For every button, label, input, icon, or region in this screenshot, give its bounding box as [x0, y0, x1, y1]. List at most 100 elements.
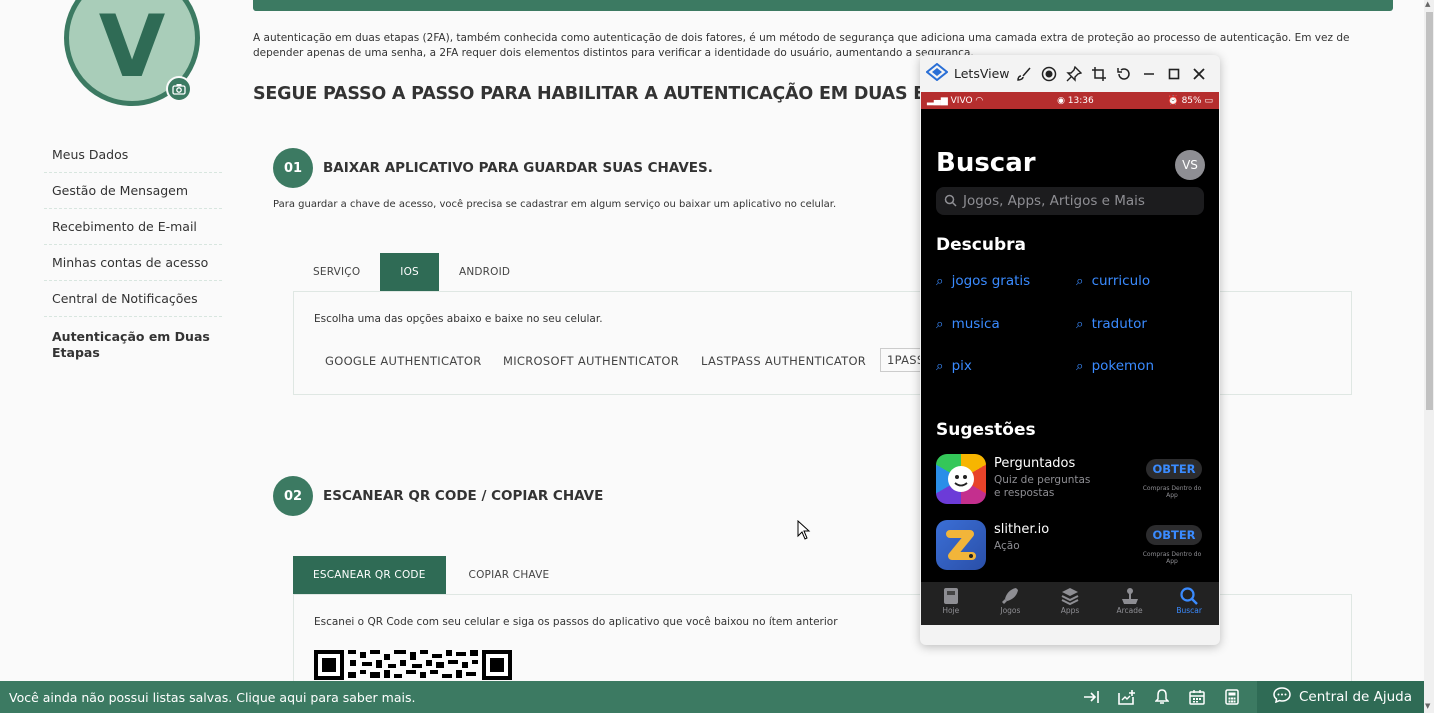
chat-icon [1273, 687, 1291, 707]
scroll-up-icon[interactable]: ▲ [1425, 0, 1430, 8]
calendar-icon[interactable] [1179, 689, 1214, 705]
tab-hoje[interactable]: Hoje [921, 582, 981, 625]
search-icon [1180, 587, 1199, 605]
suggestion-row[interactable]: Perguntados Quiz de perguntas e resposta… [936, 454, 1204, 506]
carrier-name: VIVO [950, 95, 973, 106]
bell-icon[interactable] [1144, 689, 1179, 705]
rotate-icon[interactable] [1112, 62, 1137, 86]
help-center-label: Central de Ajuda [1299, 689, 1412, 705]
get-button[interactable]: OBTER [1146, 525, 1202, 545]
tab-servico[interactable]: SERVIÇO [293, 253, 380, 291]
intro-text: A autenticação em duas etapas (2FA), tam… [253, 32, 1350, 59]
sidebar-item-gestao-mensagem[interactable]: Gestão de Mensagem [44, 173, 222, 209]
help-center-button[interactable]: Central de Ajuda [1257, 681, 1424, 713]
discover-label: jogos gratis [951, 273, 1031, 289]
tab-label: Arcade [1116, 606, 1143, 615]
add-list-icon[interactable] [1109, 689, 1144, 705]
get-button[interactable]: OBTER [1146, 459, 1202, 479]
ios-profile-avatar[interactable]: VS [1175, 150, 1205, 180]
collapse-icon[interactable] [1074, 690, 1109, 704]
microsoft-authenticator-link[interactable]: MICROSOFT AUTHENTICATOR [503, 354, 679, 368]
tab-label: Jogos [1000, 606, 1021, 615]
page-title: SEGUE PASSO A PASSO PARA HABILITAR A AUT… [253, 84, 993, 104]
tab-arcade[interactable]: Arcade [1100, 582, 1160, 625]
ios-search-input[interactable]: Jogos, Apps, Artigos e Mais [936, 187, 1204, 215]
tab-android[interactable]: ANDROID [439, 253, 530, 291]
saved-lists-message[interactable]: Você ainda não possui listas salvas. Cli… [0, 690, 1074, 705]
search-icon: ⌕ [936, 316, 944, 332]
discover-item[interactable]: ⌕ jogos gratis [936, 273, 1030, 289]
discover-item[interactable]: ⌕ pokemon [1076, 358, 1154, 374]
wifi-icon: ◠ [975, 95, 984, 106]
letsview-logo-icon [925, 62, 949, 85]
sidebar-nav: Meus Dados Gestão de Mensagem Recebiment… [44, 137, 222, 371]
slither-app-icon [936, 520, 986, 570]
in-app-purchase-note: Compras Dentro do App [1142, 485, 1202, 499]
tab-apps[interactable]: Apps [1040, 582, 1100, 625]
discover-item[interactable]: ⌕ musica [936, 316, 1000, 332]
crop-icon[interactable] [1087, 62, 1112, 86]
ios-page-title: Buscar [936, 148, 1036, 178]
tab-escanear-qr[interactable]: ESCANEAR QR CODE [293, 556, 446, 594]
suggestions-heading: Sugestões [936, 420, 1036, 440]
tab-copiar-chave[interactable]: COPIAR CHAVE [446, 556, 573, 594]
sidebar-item-notificacoes[interactable]: Central de Notificações [44, 281, 222, 317]
suggestion-row[interactable]: slither.io Ação OBTER Compras Dentro do … [936, 520, 1204, 572]
app-name: Perguntados [994, 456, 1076, 471]
sidebar-item-autenticacao[interactable]: Autenticação em Duas Etapas [44, 317, 222, 371]
step-2-title: ESCANEAR QR CODE / COPIAR CHAVE [323, 488, 604, 504]
discover-label: pix [951, 358, 972, 374]
page-scrollbar[interactable]: ▲ ▼ [1424, 0, 1434, 713]
signal-icon: ▂▄▆ [927, 95, 948, 106]
sidebar-item-recebimento-email[interactable]: Recebimento de E-mail [44, 209, 222, 245]
scroll-thumb[interactable] [1426, 12, 1433, 410]
app-subtitle: Ação [994, 540, 1020, 552]
mouse-cursor-icon [797, 519, 811, 544]
maximize-icon[interactable] [1162, 62, 1187, 86]
rocket-icon [1002, 588, 1019, 604]
minimize-icon[interactable] [1137, 62, 1162, 86]
scroll-down-icon[interactable]: ▼ [1425, 702, 1430, 710]
discover-heading: Descubra [936, 235, 1026, 255]
top-accent-bar [253, 0, 1393, 11]
ios-tab-bar: Hoje Jogos Apps Arcade Buscar [921, 582, 1219, 625]
lastpass-authenticator-link[interactable]: LASTPASS AUTHENTICATOR [701, 354, 866, 368]
step-2-tabs: ESCANEAR QR CODE COPIAR CHAVE [293, 556, 572, 594]
battery-percent: 85% [1181, 95, 1202, 106]
google-authenticator-link[interactable]: GOOGLE AUTHENTICATOR [325, 354, 482, 368]
record-icon[interactable] [1037, 62, 1062, 86]
search-placeholder: Jogos, Apps, Artigos e Mais [963, 193, 1145, 209]
discover-item[interactable]: ⌕ tradutor [1076, 316, 1147, 332]
discover-label: musica [951, 316, 1000, 332]
discover-label: tradutor [1091, 316, 1147, 332]
letsview-window: LetsView ▂▄▆ VIVO ◠ ◉ 13:36 ⏰ 85% ▭ Busc… [920, 55, 1220, 645]
step-2-panel-text: Escanei o QR Code com seu celular e siga… [314, 616, 838, 628]
step-1-badge: 01 [273, 148, 313, 188]
discover-item[interactable]: ⌕ curriculo [1076, 273, 1150, 289]
close-icon[interactable] [1187, 62, 1212, 86]
app-subtitle: Quiz de perguntas e respostas [994, 474, 1091, 499]
joystick-icon [1121, 588, 1138, 604]
in-app-purchase-note: Compras Dentro do App [1142, 551, 1202, 565]
tab-label: Hoje [942, 606, 960, 615]
battery-icon: ▭ [1204, 95, 1213, 106]
avatar-initial: V [98, 0, 166, 97]
camera-icon[interactable] [166, 76, 192, 102]
search-icon: ⌕ [1076, 358, 1084, 374]
phone-status-bar: ▂▄▆ VIVO ◠ ◉ 13:36 ⏰ 85% ▭ [921, 92, 1219, 109]
carrier-label: ▂▄▆ VIVO ◠ [927, 96, 983, 106]
sidebar-item-meus-dados[interactable]: Meus Dados [44, 137, 222, 173]
step-2-badge: 02 [273, 476, 313, 516]
tab-ios[interactable]: IOS [380, 253, 439, 291]
discover-label: curriculo [1091, 273, 1151, 289]
sidebar-item-contas-acesso[interactable]: Minhas contas de acesso [44, 245, 222, 281]
letsview-app-name: LetsView [954, 66, 1010, 81]
search-icon: ⌕ [936, 273, 944, 289]
discover-item[interactable]: ⌕ pix [936, 358, 972, 374]
letsview-titlebar[interactable]: LetsView [920, 55, 1220, 92]
brush-icon[interactable] [1012, 62, 1037, 86]
calculator-icon[interactable] [1214, 689, 1249, 705]
tab-buscar[interactable]: Buscar [1159, 582, 1219, 625]
tab-jogos[interactable]: Jogos [981, 582, 1041, 625]
pin-icon[interactable] [1062, 62, 1087, 86]
